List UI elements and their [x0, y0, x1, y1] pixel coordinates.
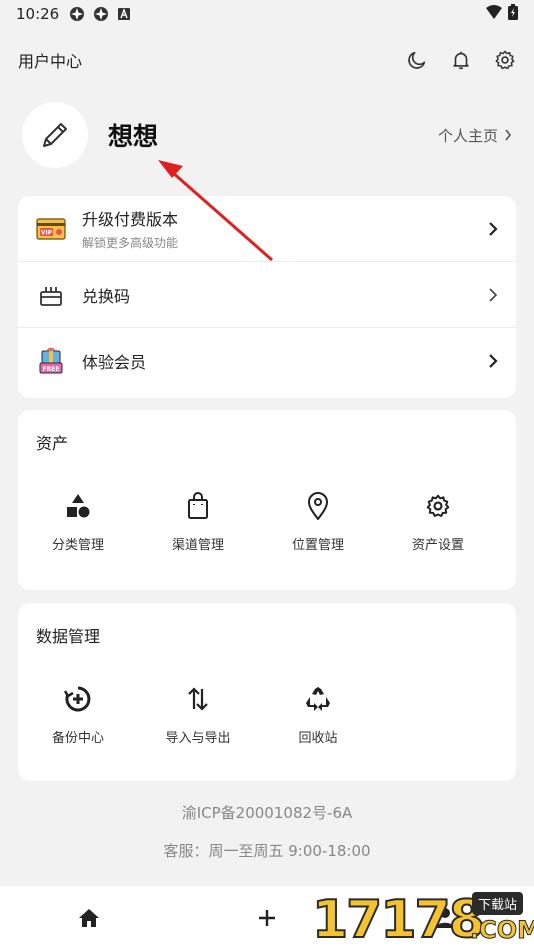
channel-management-label: 渠道管理 — [171, 538, 224, 553]
watermark-number: 17178 — [311, 889, 486, 950]
chevron-right-icon — [488, 287, 498, 302]
recycle-icon — [304, 683, 332, 715]
profile-section: 想想 个人主页 — [22, 100, 512, 170]
location-management-label: 位置管理 — [291, 538, 344, 553]
pencil-icon — [43, 123, 67, 147]
site-watermark: 17178 下载站 .COM — [311, 888, 534, 950]
upgrade-paid-version-row[interactable]: VIP 升级付费版本 解锁更多高级功能 — [18, 196, 516, 262]
import-export-button[interactable]: 导入与导出 — [138, 683, 258, 746]
chevron-right-icon — [488, 354, 498, 368]
membership-menu-card: VIP 升级付费版本 解锁更多高级功能 兑换码 FREE 体验会员 — [18, 196, 516, 398]
asset-settings-button[interactable]: 资产设置 — [378, 490, 498, 553]
page-title: 用户中心 — [18, 52, 83, 71]
app-header: 用户中心 — [0, 40, 534, 80]
recycle-bin-label: 回收站 — [298, 731, 338, 746]
icp-license-text: 渝ICP备20001082号-6A — [181, 804, 353, 822]
trial-membership-label: 体验会员 — [82, 353, 147, 372]
watermark-tag: 下载站 — [472, 892, 524, 915]
app-notification-icon-2 — [93, 6, 109, 22]
redeem-code-row[interactable]: 兑换码 — [18, 262, 516, 328]
data-management-section-title: 数据管理 — [36, 627, 101, 646]
status-bar: 10:26 — [0, 0, 534, 28]
recycle-bin-button[interactable]: 回收站 — [258, 683, 378, 746]
home-icon — [79, 909, 99, 927]
category-management-label: 分类管理 — [51, 538, 104, 553]
a-notification-icon — [117, 7, 131, 21]
location-management-button[interactable]: 位置管理 — [258, 490, 378, 553]
settings-icon[interactable] — [494, 49, 516, 71]
gear-icon — [425, 490, 451, 522]
backup-icon — [64, 683, 92, 715]
data-management-card: 数据管理 备份中心 导入与导出 回收站 — [18, 603, 516, 781]
svg-text:FREE: FREE — [43, 366, 60, 373]
redeem-code-label: 兑换码 — [82, 286, 131, 306]
avatar[interactable] — [22, 102, 88, 168]
assets-section-title: 资产 — [36, 434, 69, 453]
shapes-icon — [65, 490, 91, 522]
plus-icon — [259, 910, 275, 926]
gift-box-icon — [36, 280, 66, 310]
trial-membership-row[interactable]: FREE 体验会员 — [18, 328, 516, 394]
dark-mode-icon[interactable] — [406, 49, 428, 71]
location-pin-icon — [307, 490, 329, 522]
app-notification-icon — [69, 6, 85, 22]
upgrade-label: 升级付费版本 — [82, 210, 179, 229]
vip-card-icon: VIP — [36, 214, 66, 244]
import-export-label: 导入与导出 — [165, 731, 231, 746]
username: 想想 — [108, 122, 159, 151]
assets-grid: 分类管理 渠道管理 位置管理 资产设置 — [18, 490, 516, 553]
backup-center-button[interactable]: 备份中心 — [18, 683, 138, 746]
channel-management-button[interactable]: 渠道管理 — [138, 490, 258, 553]
asset-settings-label: 资产设置 — [411, 538, 464, 553]
shopping-bag-icon — [186, 490, 210, 522]
watermark-domain: .COM — [469, 916, 534, 945]
personal-homepage-label: 个人主页 — [437, 126, 498, 145]
backup-center-label: 备份中心 — [51, 731, 104, 746]
svg-text:VIP: VIP — [41, 229, 53, 236]
wifi-icon — [486, 5, 502, 23]
data-management-grid: 备份中心 导入与导出 回收站 — [18, 683, 516, 746]
chevron-right-icon — [488, 221, 498, 236]
nav-home[interactable] — [0, 908, 178, 928]
import-export-icon — [187, 683, 209, 715]
category-management-button[interactable]: 分类管理 — [18, 490, 138, 553]
bell-icon[interactable] — [450, 49, 472, 71]
battery-icon — [508, 4, 518, 24]
upgrade-subtitle: 解锁更多高级功能 — [82, 236, 179, 250]
free-gift-icon: FREE — [36, 346, 66, 376]
customer-service-hours: 客服：周一至周五 9:00-18:00 — [163, 842, 371, 860]
chevron-right-icon — [505, 129, 512, 141]
assets-card: 资产 分类管理 渠道管理 位置管理 资产设置 — [18, 410, 516, 590]
personal-homepage-link[interactable]: 个人主页 — [438, 125, 512, 146]
status-time: 10:26 — [16, 5, 60, 23]
